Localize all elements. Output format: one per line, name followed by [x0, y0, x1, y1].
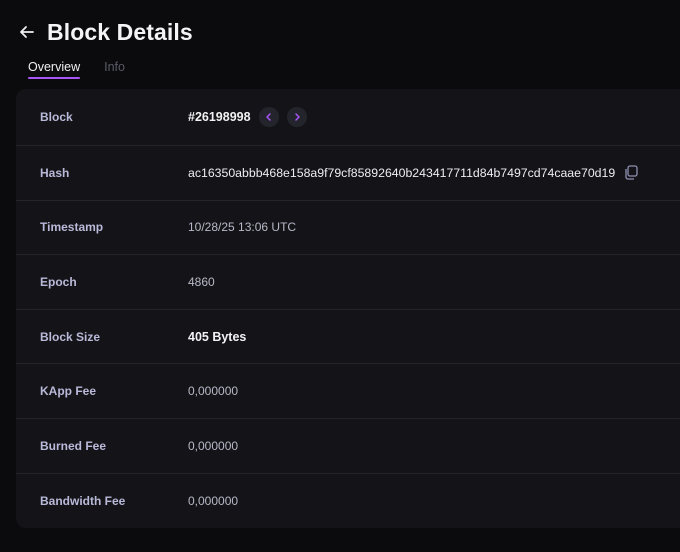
page-header: Block Details [16, 14, 193, 50]
hash-value: ac16350abbb468e158a9f79cf85892640b243417… [188, 165, 616, 180]
detail-row-block-size: Block Size 405 Bytes [16, 310, 680, 365]
timestamp-value: 10/28/25 13:06 UTC [188, 220, 297, 235]
block-label: Block [40, 110, 73, 124]
epoch-label: Epoch [40, 274, 77, 289]
detail-row-bandwidth-fee: Bandwidth Fee 0,000000 [16, 474, 680, 529]
burned-fee-label: Burned Fee [40, 438, 107, 453]
copy-hash-button[interactable] [623, 165, 639, 181]
tab-overview[interactable]: Overview [28, 60, 81, 79]
block-size-value: 405 Bytes [188, 329, 247, 344]
chevron-right-icon [294, 113, 300, 121]
arrow-left-icon [20, 26, 34, 38]
detail-row-block: Block #26198998 [16, 89, 680, 146]
page-title: Block Details [47, 18, 193, 45]
detail-row-kapp-fee: KApp Fee 0,000000 [16, 364, 680, 419]
kapp-fee-label: KApp Fee [40, 384, 97, 399]
kapp-fee-value: 0,000000 [188, 384, 239, 399]
previous-block-button[interactable] [258, 107, 279, 127]
detail-row-burned-fee: Burned Fee 0,000000 [16, 419, 680, 474]
bandwidth-fee-label: Bandwidth Fee [40, 493, 126, 508]
epoch-value: 4860 [188, 274, 215, 289]
hash-label: Hash [40, 165, 70, 180]
back-button[interactable] [16, 21, 38, 43]
block-details-card: Block #26198998 Hash ac16350abbb468e158a… [16, 89, 680, 528]
block-size-label: Block Size [40, 329, 101, 344]
detail-row-timestamp: Timestamp 10/28/25 13:06 UTC [16, 201, 680, 256]
next-block-button[interactable] [286, 107, 307, 127]
timestamp-label: Timestamp [40, 220, 104, 235]
burned-fee-value: 0,000000 [188, 438, 239, 453]
tab-info[interactable]: Info [104, 60, 125, 78]
detail-row-epoch: Epoch 4860 [16, 255, 680, 310]
chevron-left-icon [265, 113, 271, 121]
bandwidth-fee-value: 0,000000 [188, 493, 239, 508]
copy-icon [625, 165, 638, 180]
block-number: #26198998 [188, 110, 251, 124]
tab-bar: Overview Info [28, 60, 125, 79]
detail-row-hash: Hash ac16350abbb468e158a9f79cf85892640b2… [16, 146, 680, 201]
